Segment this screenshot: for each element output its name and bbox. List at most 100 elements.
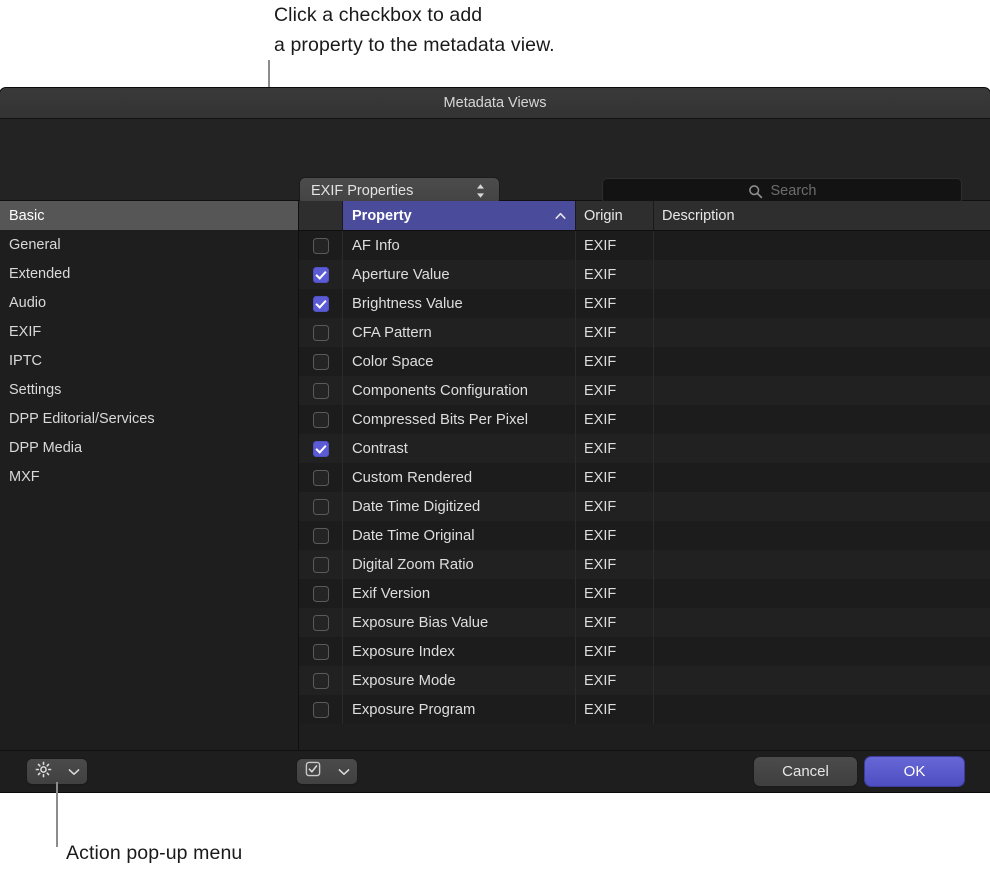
checkbox-unchecked-icon[interactable] — [313, 673, 329, 689]
table-row[interactable]: Components ConfigurationEXIF — [299, 376, 990, 405]
cancel-button[interactable]: Cancel — [754, 757, 857, 786]
table-cell-checkbox[interactable] — [299, 637, 343, 666]
checkbox-unchecked-icon[interactable] — [313, 354, 329, 370]
table-cell-origin: EXIF — [576, 260, 654, 289]
sidebar-item[interactable]: General — [0, 230, 298, 259]
metadata-view-sidebar: Basic GeneralExtendedAudioEXIF IPTC Setting… — [0, 201, 299, 750]
table-cell-property: Compressed Bits Per Pixel — [343, 405, 576, 434]
checkbox-unchecked-icon[interactable] — [313, 470, 329, 486]
table-row[interactable]: ContrastEXIF — [299, 434, 990, 463]
table-row[interactable]: Exposure Bias ValueEXIF — [299, 608, 990, 637]
table-row[interactable]: Brightness ValueEXIF — [299, 289, 990, 318]
checkbox-unchecked-icon[interactable] — [313, 499, 329, 515]
ok-button[interactable]: OK — [865, 757, 964, 786]
sidebar-item-label: DPP Editorial/Services — [9, 411, 155, 427]
sidebar-item[interactable]: MXF — [0, 462, 298, 491]
table-cell-checkbox[interactable] — [299, 666, 343, 695]
table-row[interactable]: Exif VersionEXIF — [299, 579, 990, 608]
table-cell-checkbox[interactable] — [299, 695, 343, 724]
checkbox-checked-icon[interactable] — [313, 267, 329, 283]
table-row[interactable]: Exposure ProgramEXIF — [299, 695, 990, 724]
table-row[interactable]: Date Time DigitizedEXIF — [299, 492, 990, 521]
table-cell-checkbox[interactable] — [299, 347, 343, 376]
table-cell-checkbox[interactable] — [299, 463, 343, 492]
table-cell-checkbox[interactable] — [299, 405, 343, 434]
checkbox-unchecked-icon[interactable] — [313, 557, 329, 573]
table-cell-checkbox[interactable] — [299, 376, 343, 405]
table-header-origin[interactable]: Origin — [576, 201, 654, 230]
table-header-description[interactable]: Description — [654, 201, 990, 230]
sidebar-item[interactable]: Basic — [0, 201, 298, 230]
checkbox-unchecked-icon[interactable] — [313, 615, 329, 631]
properties-table: Property Origin Description AF InfoEXIFA… — [299, 201, 990, 750]
table-cell-description — [654, 376, 990, 405]
metadata-view-popup-label: EXIF Properties — [311, 183, 474, 199]
table-row[interactable]: Aperture ValueEXIF — [299, 260, 990, 289]
ok-button-label: OK — [904, 763, 926, 780]
table-cell-origin: EXIF — [576, 550, 654, 579]
table-cell-checkbox[interactable] — [299, 318, 343, 347]
checkbox-unchecked-icon[interactable] — [313, 702, 329, 718]
table-row[interactable]: AF InfoEXIF — [299, 231, 990, 260]
table-cell-checkbox[interactable] — [299, 492, 343, 521]
chevron-up-down-icon — [474, 182, 487, 200]
checkbox-popup-button[interactable] — [297, 759, 357, 784]
table-cell-property: Contrast — [343, 434, 576, 463]
table-cell-origin: EXIF — [576, 608, 654, 637]
table-cell-checkbox[interactable] — [299, 521, 343, 550]
table-cell-description — [654, 695, 990, 724]
table-cell-checkbox[interactable] — [299, 231, 343, 260]
table-cell-origin: EXIF — [576, 463, 654, 492]
checkbox-unchecked-icon[interactable] — [313, 412, 329, 428]
callout-bottom-text: Action pop-up menu — [66, 838, 242, 868]
gear-icon — [35, 761, 52, 783]
sidebar-item-label: IPTC — [9, 353, 42, 369]
table-cell-property: Date Time Digitized — [343, 492, 576, 521]
sidebar-item[interactable]: Extended — [0, 259, 298, 288]
table-row[interactable]: Digital Zoom RatioEXIF — [299, 550, 990, 579]
checkbox-checked-icon[interactable] — [313, 441, 329, 457]
callout-bottom-leader — [56, 782, 58, 847]
table-cell-property: Aperture Value — [343, 260, 576, 289]
table-cell-checkbox[interactable] — [299, 579, 343, 608]
table-cell-property: Exposure Program — [343, 695, 576, 724]
table-cell-checkbox[interactable] — [299, 608, 343, 637]
sidebar-item[interactable]: Audio — [0, 288, 298, 317]
table-cell-checkbox[interactable] — [299, 260, 343, 289]
table-cell-checkbox[interactable] — [299, 550, 343, 579]
table-header-property-label: Property — [352, 208, 412, 224]
sidebar-item[interactable]: DPP Media — [0, 433, 298, 462]
table-cell-description — [654, 318, 990, 347]
checkbox-unchecked-icon[interactable] — [313, 586, 329, 602]
checkbox-unchecked-icon[interactable] — [313, 238, 329, 254]
sidebar-item-label: Basic — [9, 208, 44, 224]
table-cell-description — [654, 637, 990, 666]
table-cell-checkbox[interactable] — [299, 434, 343, 463]
table-cell-property: Custom Rendered — [343, 463, 576, 492]
sidebar-item[interactable]: IPTC — [0, 346, 298, 375]
checkbox-unchecked-icon[interactable] — [313, 644, 329, 660]
table-cell-description — [654, 492, 990, 521]
checkbox-unchecked-icon[interactable] — [313, 528, 329, 544]
table-cell-checkbox[interactable] — [299, 289, 343, 318]
table-cell-property: Color Space — [343, 347, 576, 376]
table-row[interactable]: Exposure IndexEXIF — [299, 637, 990, 666]
sidebar-item[interactable]: DPP Editorial/Services — [0, 404, 298, 433]
checkbox-unchecked-icon[interactable] — [313, 325, 329, 341]
chevron-down-icon — [338, 763, 350, 781]
table-cell-origin: EXIF — [576, 492, 654, 521]
table-row[interactable]: Date Time OriginalEXIF — [299, 521, 990, 550]
table-row[interactable]: CFA PatternEXIF — [299, 318, 990, 347]
checkbox-checked-icon[interactable] — [313, 296, 329, 312]
table-row[interactable]: Compressed Bits Per PixelEXIF — [299, 405, 990, 434]
action-popup-button[interactable] — [27, 759, 87, 784]
sidebar-item[interactable]: EXIF — [0, 317, 298, 346]
table-row[interactable]: Exposure ModeEXIF — [299, 666, 990, 695]
checkbox-unchecked-icon[interactable] — [313, 383, 329, 399]
table-header-checkbox-column[interactable] — [299, 201, 343, 230]
sidebar-item[interactable]: Settings — [0, 375, 298, 404]
table-row[interactable]: Custom RenderedEXIF — [299, 463, 990, 492]
table-row[interactable]: Color SpaceEXIF — [299, 347, 990, 376]
table-cell-origin: EXIF — [576, 637, 654, 666]
table-header-property[interactable]: Property — [343, 201, 576, 230]
